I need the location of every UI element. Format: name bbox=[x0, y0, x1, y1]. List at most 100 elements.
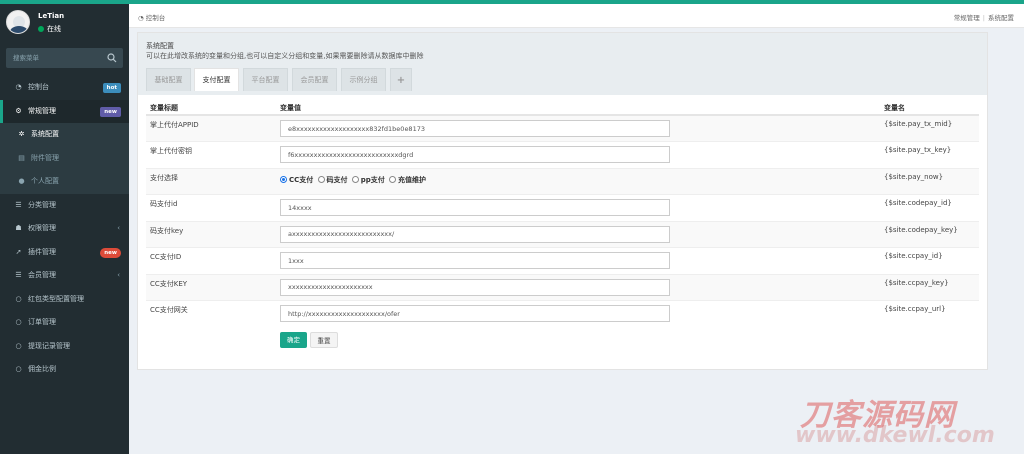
sidebar: LeTian 在线 ◔ 控制台 hot ⚙ 常规管理 new ✲ 系统配置 ▤ 附件管理… bbox=[0, 4, 129, 454]
list-icon: ☰ bbox=[15, 271, 22, 279]
radio-pp-pay[interactable]: pp支付 bbox=[351, 175, 385, 185]
radio-unchecked-icon bbox=[351, 175, 359, 183]
panel-description: 可以在此增改系统的变量和分组,也可以自定义分组和变量,如果需要删除请从数据库中删… bbox=[146, 52, 424, 60]
sidebar-item-withdrawals[interactable]: ○ 提现记录管理 bbox=[0, 335, 129, 359]
online-dot-icon bbox=[38, 26, 44, 32]
tab-payment[interactable]: 支付配置 bbox=[194, 68, 239, 91]
sidebar-item-label: 分类管理 bbox=[28, 200, 56, 209]
list-icon: ☰ bbox=[15, 200, 22, 209]
sidebar-item-attachments[interactable]: ▤ 附件管理 bbox=[0, 146, 129, 170]
circle-icon: ○ bbox=[15, 318, 22, 326]
user-status-text: 在线 bbox=[47, 25, 61, 33]
sidebar-item-profile[interactable]: ● 个人配置 bbox=[0, 170, 129, 194]
sidebar-item-label: 红包类型配置管理 bbox=[28, 294, 84, 303]
column-header-title: 变量标题 bbox=[146, 101, 276, 116]
radio-cc-pay[interactable]: CC支付 bbox=[280, 175, 313, 185]
sidebar-item-commission[interactable]: ○ 佣金比例 bbox=[0, 358, 129, 382]
breadcrumb: ◔ 控制台 bbox=[138, 12, 165, 22]
sidebar-item-redpacket-config[interactable]: ○ 红包类型配置管理 bbox=[0, 288, 129, 312]
radio-unchecked-icon bbox=[389, 175, 397, 183]
ccpay-key-input[interactable] bbox=[280, 278, 670, 296]
group-icon: ☗ bbox=[15, 224, 22, 232]
row-title: CC支付网关 bbox=[146, 300, 276, 327]
sidebar-search bbox=[6, 48, 123, 68]
tab-basic[interactable]: 基础配置 bbox=[146, 68, 191, 91]
tab-member[interactable]: 会员配置 bbox=[292, 68, 337, 91]
row-title: 掌上代付密钥 bbox=[146, 141, 276, 168]
sidebar-item-general[interactable]: ⚙ 常规管理 new bbox=[0, 99, 129, 123]
user-name: LeTian bbox=[38, 12, 65, 20]
user-icon: ● bbox=[18, 177, 25, 185]
circle-icon: ○ bbox=[15, 365, 22, 373]
row-variable: {$site.pay_tx_key} bbox=[880, 141, 979, 168]
sidebar-item-members[interactable]: ☰ 会员管理 ‹ bbox=[0, 264, 129, 288]
row-title: 码支付key bbox=[146, 220, 276, 248]
sidebar-menu: ◔ 控制台 hot ⚙ 常规管理 new ✲ 系统配置 ▤ 附件管理 ● 个人配置 ☰ 分类… bbox=[0, 76, 129, 382]
row-variable: {$site.ccpay_url} bbox=[880, 300, 979, 327]
sidebar-item-label: 系统配置 bbox=[31, 130, 59, 138]
row-title: 码支付id bbox=[146, 194, 276, 221]
search-input[interactable] bbox=[6, 48, 106, 68]
sidebar-item-orders[interactable]: ○ 订单管理 bbox=[0, 311, 129, 335]
sidebar-item-label: 会员管理 bbox=[28, 271, 56, 279]
table-row: 码支付key {$site.codepay_key} bbox=[146, 220, 979, 248]
reset-button[interactable]: 重置 bbox=[310, 332, 338, 348]
sidebar-item-label: 附件管理 bbox=[31, 153, 59, 162]
column-header-value: 变量值 bbox=[276, 101, 880, 116]
circle-icon: ○ bbox=[15, 341, 22, 350]
table-row: CC支付KEY {$site.ccpay_key} bbox=[146, 273, 979, 301]
sidebar-item-label: 个人配置 bbox=[31, 177, 59, 185]
row-title: 支付选择 bbox=[146, 167, 276, 195]
sidebar-item-plugins[interactable]: ➚ 插件管理 new bbox=[0, 241, 129, 265]
sidebar-item-system-config[interactable]: ✲ 系统配置 bbox=[0, 123, 129, 147]
chevron-left-icon: ‹ bbox=[117, 271, 120, 279]
table-row: 掌上代付密钥 {$site.pay_tx_key} bbox=[146, 141, 979, 168]
codepay-id-input[interactable] bbox=[280, 199, 670, 216]
pay-tx-mid-input[interactable] bbox=[280, 120, 670, 137]
sidebar-item-dashboard[interactable]: ◔ 控制台 hot bbox=[0, 76, 129, 100]
breadcrumb-right: 常规管理 | 系统配置 bbox=[953, 14, 1014, 22]
pay-tx-key-input[interactable] bbox=[280, 146, 670, 163]
user-status: 在线 bbox=[38, 24, 61, 34]
panel-heading: 系统配置 可以在此增改系统的变量和分组,也可以自定义分组和变量,如果需要删除请从… bbox=[138, 33, 987, 95]
table-row: 码支付id {$site.codepay_id} bbox=[146, 194, 979, 221]
tab-add[interactable]: + bbox=[390, 68, 412, 91]
table-row: 掌上代付APPID {$site.pay_tx_mid} bbox=[146, 114, 979, 142]
cogs-icon: ⚙ bbox=[15, 106, 22, 115]
sidebar-item-label: 提现记录管理 bbox=[28, 341, 70, 350]
row-variable: {$site.pay_now} bbox=[880, 167, 979, 195]
sidebar-item-category[interactable]: ☰ 分类管理 bbox=[0, 194, 129, 218]
radio-unchecked-icon bbox=[317, 175, 325, 183]
sidebar-item-label: 插件管理 bbox=[28, 247, 56, 256]
table-row: 支付选择 CC支付 码支付 pp支付 充值维护 {$site.pay_now} bbox=[146, 167, 979, 195]
breadcrumb-general[interactable]: 常规管理 bbox=[954, 14, 980, 22]
sidebar-item-label: 常规管理 bbox=[28, 106, 56, 115]
content-header: ◔ 控制台 常规管理 | 系统配置 bbox=[129, 4, 1024, 28]
radio-code-pay[interactable]: 码支付 bbox=[317, 175, 348, 185]
row-variable: {$site.pay_tx_mid} bbox=[880, 114, 979, 142]
sidebar-item-permission[interactable]: ☗ 权限管理 ‹ bbox=[0, 217, 129, 241]
ok-button[interactable]: 确定 bbox=[280, 332, 307, 348]
ccpay-url-input[interactable] bbox=[280, 305, 670, 322]
search-icon[interactable] bbox=[107, 53, 117, 63]
chevron-left-icon: ‹ bbox=[117, 224, 120, 232]
row-variable: {$site.codepay_id} bbox=[880, 194, 979, 221]
dashboard-icon: ◔ bbox=[138, 14, 146, 22]
watermark-url: www.dkewl.com bbox=[795, 423, 995, 448]
row-title: CC支付KEY bbox=[146, 273, 276, 301]
breadcrumb-system-config[interactable]: 系统配置 bbox=[988, 14, 1014, 22]
ccpay-id-input[interactable] bbox=[280, 252, 670, 269]
radio-maintenance[interactable]: 充值维护 bbox=[389, 175, 426, 185]
breadcrumb-home[interactable]: 控制台 bbox=[146, 14, 166, 22]
config-table: 变量标题 变量值 变量名 掌上代付APPID {$site.pay_tx_mid… bbox=[146, 101, 979, 327]
table-row: CC支付网关 {$site.ccpay_url} bbox=[146, 300, 979, 327]
gear-icon: ✲ bbox=[18, 130, 25, 138]
row-variable: {$site.codepay_key} bbox=[880, 220, 979, 248]
new-badge: new bbox=[100, 247, 121, 258]
row-variable: {$site.ccpay_key} bbox=[880, 273, 979, 301]
tab-platform[interactable]: 平台配置 bbox=[243, 68, 288, 91]
new-badge: new bbox=[100, 106, 121, 117]
codepay-key-input[interactable] bbox=[280, 225, 670, 243]
tab-example[interactable]: 示例分组 bbox=[341, 68, 386, 91]
sidebar-item-label: 佣金比例 bbox=[28, 365, 56, 373]
